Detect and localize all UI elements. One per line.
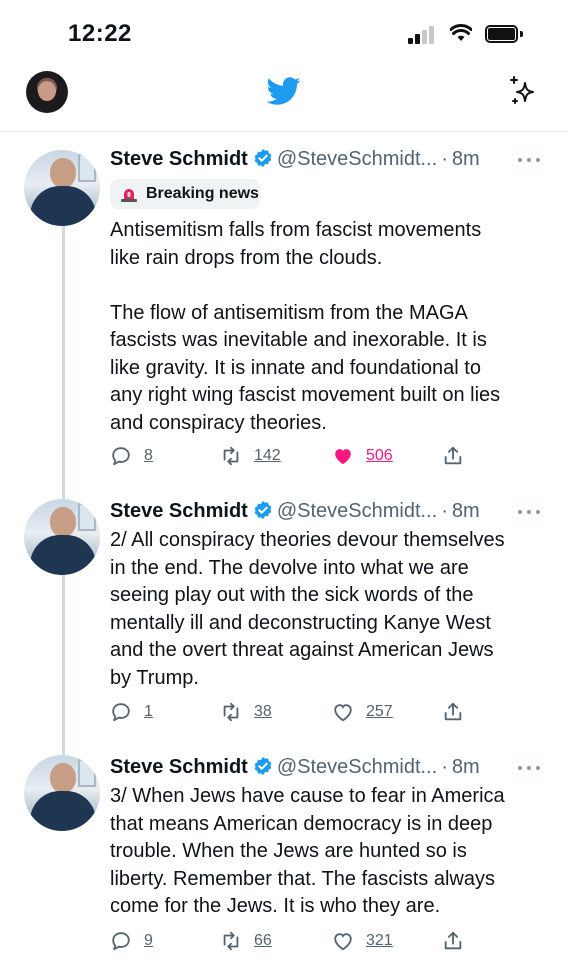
author-name[interactable]: Steve Schmidt [110, 756, 248, 778]
reply-button[interactable]: 9 [110, 927, 153, 955]
tweet-actions: 1 38 257 [0, 698, 568, 726]
share-icon [444, 931, 462, 950]
badge-label: Breaking news [146, 185, 259, 202]
tweet[interactable]: Steve Schmidt @SteveSchmidt... · 8m 2/ All … [0, 482, 568, 738]
retweet-button[interactable]: 66 [220, 927, 272, 955]
retweet-count[interactable]: 38 [254, 703, 272, 721]
sparkle-icon[interactable] [508, 74, 542, 108]
tweet-text: 2/ All conspiracy theories devour themse… [110, 529, 505, 689]
reply-icon [112, 703, 130, 722]
like-button[interactable]: 506 [332, 442, 393, 470]
reply-button[interactable]: 8 [110, 442, 153, 470]
author-avatar[interactable] [24, 755, 100, 831]
author-name[interactable]: Steve Schmidt [110, 500, 248, 522]
tweet-time[interactable]: 8m [452, 756, 480, 778]
reply-count[interactable]: 1 [144, 703, 153, 721]
siren-icon [121, 189, 137, 202]
retweet-count[interactable]: 142 [254, 447, 281, 465]
verified-badge-icon [254, 500, 272, 520]
status-bar: 12:22 [0, 0, 568, 68]
wifi-icon [450, 24, 472, 41]
author-handle[interactable]: @SteveSchmidt... [277, 500, 437, 522]
tweet-text: Antisemitism falls from fascist movement… [110, 219, 501, 434]
like-count[interactable]: 257 [366, 703, 393, 721]
retweet-icon [223, 446, 239, 466]
twitter-bird-icon[interactable] [264, 74, 304, 108]
author-handle[interactable]: @SteveSchmidt... [277, 148, 437, 170]
share-icon [444, 702, 462, 721]
like-button[interactable]: 257 [332, 698, 393, 726]
share-button[interactable] [442, 698, 464, 726]
retweet-button[interactable]: 38 [220, 698, 272, 726]
retweet-icon [223, 702, 239, 722]
more-options-icon[interactable] [518, 508, 540, 516]
separator-dot: · [441, 500, 448, 522]
reply-count[interactable]: 8 [144, 447, 153, 465]
status-time: 12:22 [68, 20, 132, 47]
heart-outline-icon [334, 933, 352, 951]
heart-filled-icon [335, 449, 351, 465]
battery-icon [485, 25, 523, 43]
retweet-button[interactable]: 142 [220, 442, 281, 470]
tweet-actions: 8 142 506 [0, 442, 568, 470]
tweet-header: Steve Schmidt @SteveSchmidt... · 8m [110, 752, 480, 782]
tweet-actions: 9 66 321 [0, 927, 568, 955]
author-name[interactable]: Steve Schmidt [110, 148, 248, 170]
reply-count[interactable]: 9 [144, 932, 153, 950]
tweet[interactable]: Steve Schmidt @SteveSchmidt... · 8m 3/ When… [0, 738, 568, 960]
breaking-news-badge: Breaking news [110, 179, 260, 209]
share-button[interactable] [442, 927, 464, 955]
verified-badge-icon [254, 756, 272, 776]
verified-badge-icon [254, 148, 272, 168]
top-nav [0, 68, 568, 132]
tweet-text: 3/ When Jews have cause to fear in Ameri… [110, 785, 505, 917]
account-avatar[interactable] [26, 71, 68, 113]
author-handle[interactable]: @SteveSchmidt... [277, 756, 437, 778]
reply-icon [112, 447, 130, 466]
author-avatar[interactable] [24, 150, 100, 226]
author-avatar[interactable] [24, 499, 100, 575]
separator-dot: · [441, 756, 448, 778]
retweet-count[interactable]: 66 [254, 932, 272, 950]
reply-icon [112, 932, 130, 951]
like-count[interactable]: 506 [366, 447, 393, 465]
tweet-header: Steve Schmidt @SteveSchmidt... · 8m [110, 496, 480, 526]
more-options-icon[interactable] [518, 764, 540, 772]
cellular-signal-icon [408, 26, 438, 44]
reply-button[interactable]: 1 [110, 698, 153, 726]
tweet-time[interactable]: 8m [452, 148, 480, 170]
like-button[interactable]: 321 [332, 927, 393, 955]
heart-outline-icon [334, 704, 352, 722]
more-options-icon[interactable] [518, 156, 540, 164]
tweet-header: Steve Schmidt @SteveSchmidt... · 8m [110, 144, 480, 174]
separator-dot: · [441, 148, 448, 170]
tweet-time[interactable]: 8m [452, 500, 480, 522]
like-count[interactable]: 321 [366, 932, 393, 950]
share-button[interactable] [442, 442, 464, 470]
share-icon [444, 446, 462, 465]
retweet-icon [223, 931, 239, 951]
tweet[interactable]: Steve Schmidt @SteveSchmidt... · 8m Breakin… [0, 132, 568, 482]
